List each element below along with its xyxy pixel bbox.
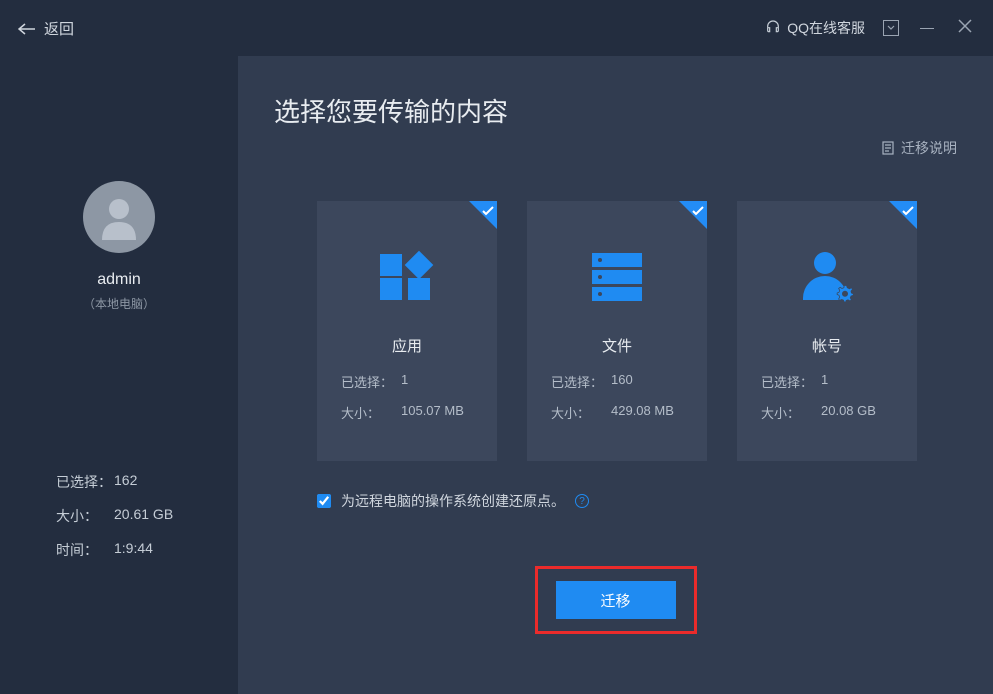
titlebar: 返回 QQ在线客服: [0, 0, 993, 56]
back-button[interactable]: 返回: [18, 18, 74, 39]
card-apps[interactable]: 应用 已选择： 1 大小： 105.07 MB: [317, 201, 497, 461]
account-icon: [800, 237, 854, 317]
migrate-button[interactable]: 迁移: [556, 581, 676, 619]
card-title: 帐号: [812, 335, 842, 356]
titlebar-right: QQ在线客服: [765, 18, 975, 38]
sidebar: admin （本地电脑） 已选择： 162 大小： 20.61 GB 时间： 1…: [0, 56, 238, 694]
files-icon: [592, 237, 642, 317]
dropdown-button[interactable]: [883, 20, 899, 36]
stat-selected: 已选择： 162: [56, 472, 182, 492]
stat-time: 时间： 1:9:44: [56, 540, 182, 560]
card-title: 应用: [392, 335, 422, 356]
chevron-down-icon: [887, 25, 895, 31]
restore-point-label: 为远程电脑的操作系统创建还原点。: [341, 491, 565, 511]
check-icon: [692, 203, 704, 221]
card-account[interactable]: 帐号 已选择： 1 大小： 20.08 GB: [737, 201, 917, 461]
cards-container: 应用 已选择： 1 大小： 105.07 MB: [317, 201, 957, 461]
page-title: 选择您要传输的内容: [274, 92, 957, 129]
migration-help-link[interactable]: 迁移说明: [881, 138, 957, 158]
minimize-button[interactable]: [917, 18, 937, 38]
sidebar-stats: 已选择： 162 大小： 20.61 GB 时间： 1:9:44: [0, 472, 238, 574]
card-stats: 已选择： 160 大小： 429.08 MB: [527, 372, 707, 434]
avatar: [83, 181, 155, 253]
close-icon: [958, 19, 972, 38]
back-arrow-icon: [18, 22, 36, 34]
check-icon: [482, 203, 494, 221]
stat-size: 大小： 20.61 GB: [56, 506, 182, 526]
check-icon: [902, 203, 914, 221]
user-location: （本地电脑）: [83, 295, 155, 312]
close-button[interactable]: [955, 18, 975, 38]
content: admin （本地电脑） 已选择： 162 大小： 20.61 GB 时间： 1…: [0, 56, 993, 694]
help-icon[interactable]: ?: [575, 494, 589, 508]
support-link[interactable]: QQ在线客服: [765, 18, 865, 38]
headset-icon: [765, 19, 781, 38]
back-label: 返回: [44, 18, 74, 39]
card-stats: 已选择： 1 大小： 105.07 MB: [317, 372, 497, 434]
action-area: 迁移: [274, 566, 957, 634]
card-files[interactable]: 文件 已选择： 160 大小： 429.08 MB: [527, 201, 707, 461]
user-icon: [94, 192, 144, 242]
restore-point-checkbox[interactable]: [317, 494, 331, 508]
user-name: admin: [97, 271, 141, 289]
document-icon: [881, 141, 895, 155]
minimize-icon: [920, 28, 934, 29]
main-panel: 选择您要传输的内容 迁移说明: [238, 56, 993, 694]
gear-icon: [836, 284, 854, 302]
card-title: 文件: [602, 335, 632, 356]
card-stats: 已选择： 1 大小： 20.08 GB: [737, 372, 917, 434]
apps-icon: [380, 237, 434, 317]
restore-point-option: 为远程电脑的操作系统创建还原点。 ?: [317, 491, 957, 511]
support-label: QQ在线客服: [787, 18, 865, 38]
highlight-border: 迁移: [535, 566, 697, 634]
